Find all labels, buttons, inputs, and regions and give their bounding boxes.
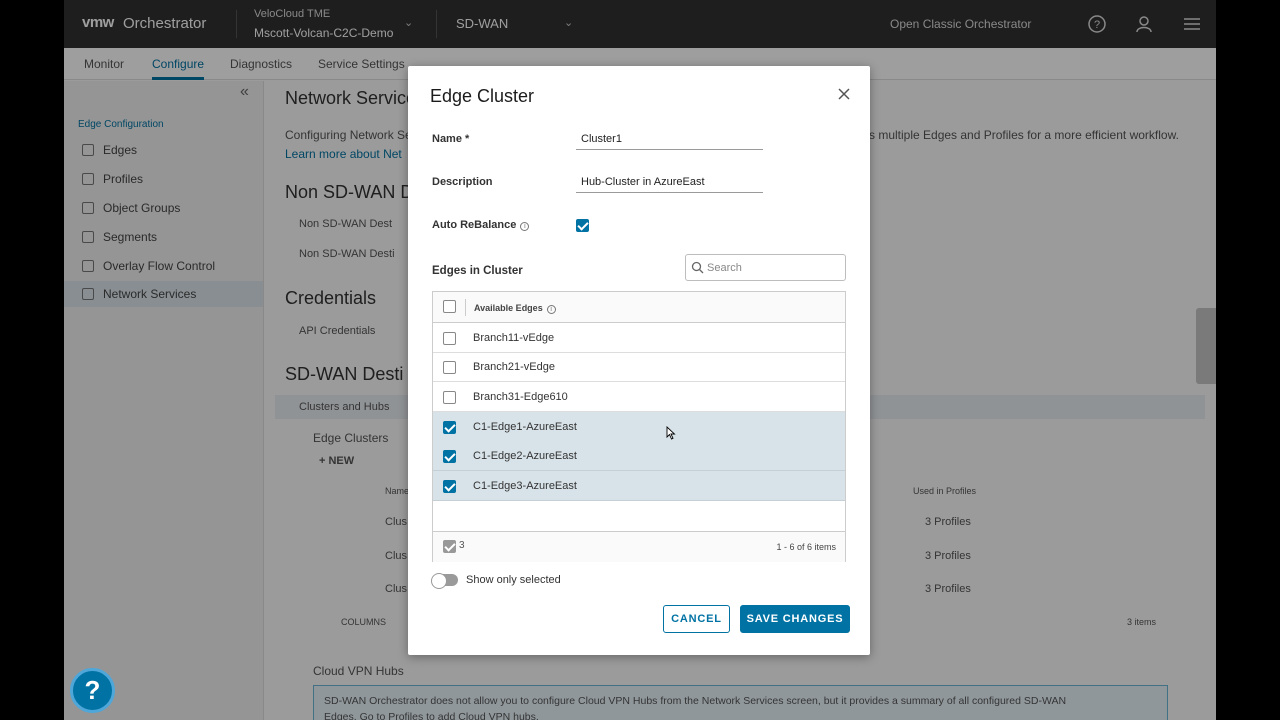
show-only-selected-label: Show only selected bbox=[466, 574, 561, 586]
grid-header: Available Edges i bbox=[433, 292, 845, 323]
description-label: Description bbox=[432, 176, 493, 188]
pagination-info: 1 - 6 of 6 items bbox=[776, 542, 836, 552]
auto-rebalance-checkbox[interactable] bbox=[576, 219, 589, 232]
edge-name: Branch21-vEdge bbox=[473, 361, 555, 373]
edge-search[interactable] bbox=[685, 254, 846, 281]
available-edges-grid: Available Edges i Branch11-vEdge Branch21… bbox=[432, 291, 846, 562]
edge-name: C1-Edge3-AzureEast bbox=[473, 480, 577, 492]
feedback-tab[interactable] bbox=[1196, 308, 1216, 384]
selected-count: 3 bbox=[459, 540, 465, 551]
save-changes-button[interactable]: SAVE CHANGES bbox=[740, 605, 850, 633]
name-field[interactable] bbox=[576, 128, 763, 150]
table-row-selected[interactable]: C1-Edge1-AzureEast bbox=[433, 412, 845, 442]
row-checkbox[interactable] bbox=[443, 361, 456, 374]
edge-name: C1-Edge2-AzureEast bbox=[473, 450, 577, 462]
table-row[interactable]: Branch31-Edge610 bbox=[433, 382, 845, 412]
table-row-selected[interactable]: C1-Edge3-AzureEast bbox=[433, 471, 845, 501]
grid-footer: 3 1 - 6 of 6 items bbox=[433, 531, 845, 562]
row-checkbox[interactable] bbox=[443, 450, 456, 463]
edge-name: C1-Edge1-AzureEast bbox=[473, 421, 577, 433]
close-icon[interactable] bbox=[836, 86, 852, 102]
table-row[interactable]: Branch21-vEdge bbox=[433, 352, 845, 382]
edge-name: Branch31-Edge610 bbox=[473, 391, 568, 403]
table-row-selected[interactable]: C1-Edge2-AzureEast bbox=[433, 441, 845, 471]
cancel-button[interactable]: CANCEL bbox=[663, 605, 730, 633]
selected-count-icon bbox=[443, 540, 456, 553]
select-all-checkbox[interactable] bbox=[443, 300, 456, 313]
table-row[interactable]: Branch11-vEdge bbox=[433, 323, 845, 353]
description-field[interactable] bbox=[576, 171, 763, 193]
edge-name: Branch11-vEdge bbox=[473, 332, 555, 344]
auto-rebalance-text: Auto ReBalance bbox=[432, 219, 517, 231]
name-label: Name * bbox=[432, 133, 470, 145]
mouse-cursor-icon bbox=[666, 426, 676, 440]
auto-rebalance-label: Auto ReBalance i bbox=[432, 219, 530, 231]
available-edges-header: Available Edges i bbox=[474, 303, 556, 314]
column-separator bbox=[465, 299, 466, 316]
edges-in-cluster-label: Edges in Cluster bbox=[432, 265, 523, 277]
info-icon[interactable]: i bbox=[546, 305, 556, 314]
available-edges-header-text: Available Edges bbox=[474, 303, 543, 313]
dialog-title: Edge Cluster bbox=[430, 86, 535, 106]
info-icon[interactable]: i bbox=[520, 222, 530, 231]
row-checkbox[interactable] bbox=[443, 480, 456, 493]
app-window: vmw Orchestrator VeloCloud TME Mscott-Vo… bbox=[64, 0, 1216, 720]
edge-cluster-dialog: Edge Cluster Name * Description Auto ReB… bbox=[408, 66, 870, 655]
row-checkbox[interactable] bbox=[443, 391, 456, 404]
show-only-selected-toggle[interactable] bbox=[431, 573, 458, 589]
help-button[interactable]: ? bbox=[70, 668, 115, 713]
search-icon bbox=[691, 261, 704, 274]
search-input[interactable] bbox=[707, 260, 837, 276]
row-checkbox[interactable] bbox=[443, 332, 456, 345]
row-checkbox[interactable] bbox=[443, 421, 456, 434]
